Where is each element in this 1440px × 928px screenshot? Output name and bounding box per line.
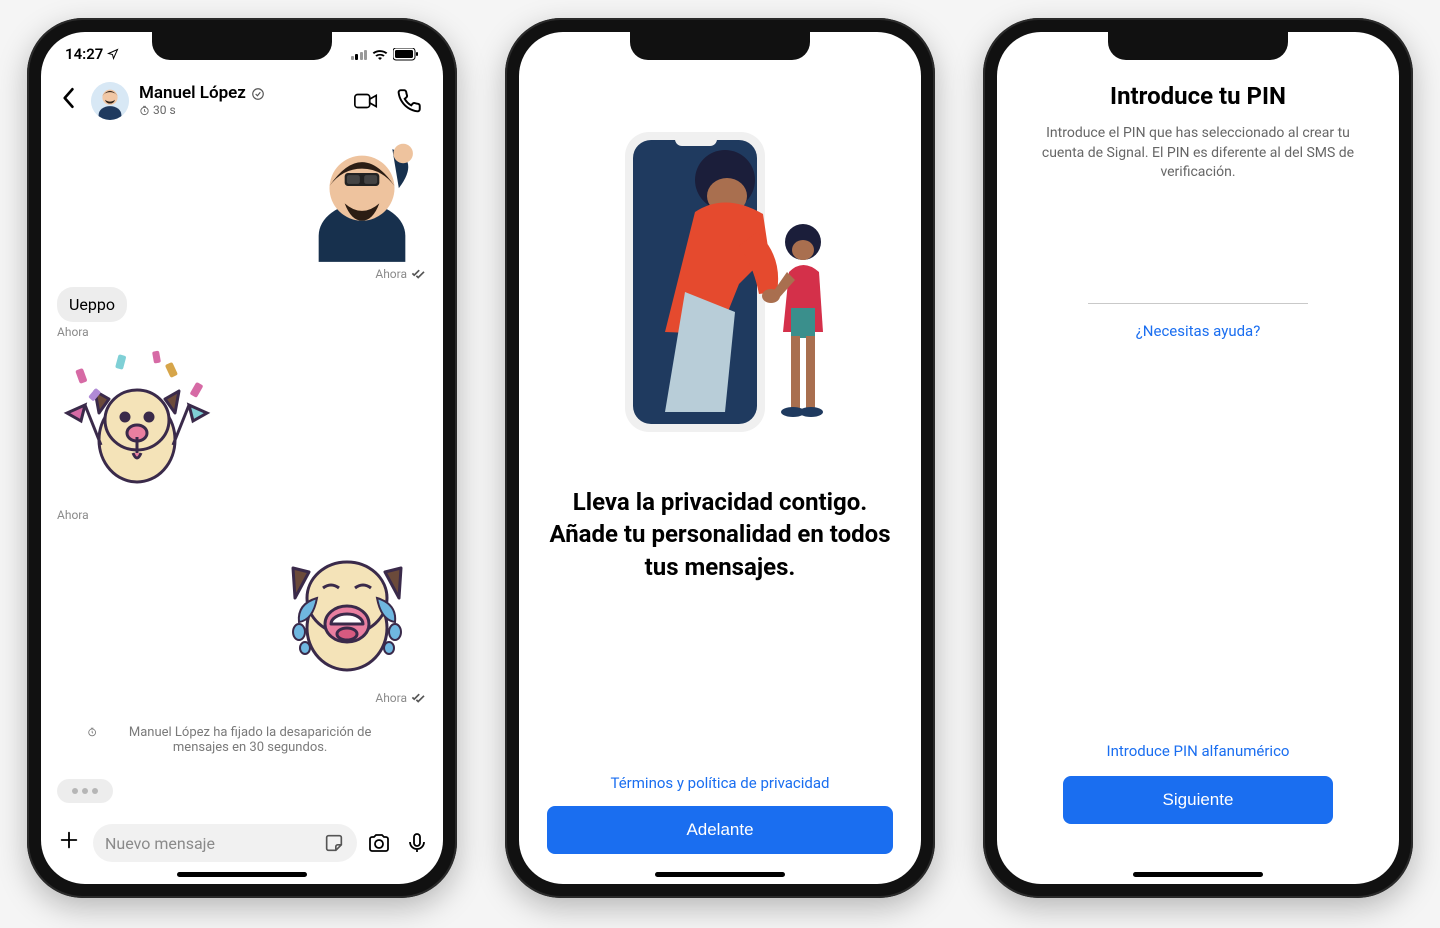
phone-mockup-pin: Introduce tu PIN Introduce el PIN que ha… [983,18,1413,898]
avatar[interactable] [91,82,129,120]
dog-party-sticker-icon [57,345,217,505]
message-bubble: Ueppo [57,287,127,322]
notch [1108,32,1288,60]
onboarding-headline: Lleva la privacidad contigo. Añade tu pe… [547,486,893,583]
verified-icon [251,87,265,101]
contact-name: Manuel López [139,84,246,104]
alphanumeric-pin-link[interactable]: Introduce PIN alfanumérico [1107,742,1290,760]
timestamp: Ahora [375,691,407,705]
avatar-memoji-icon [91,82,129,120]
video-call-icon[interactable] [353,88,379,114]
voice-call-icon[interactable] [397,88,423,114]
chevron-left-icon [61,87,75,109]
onboarding-body: Lleva la privacidad contigo. Añade tu pe… [519,32,921,884]
dog-crying-sticker-icon [267,528,427,688]
read-receipt-icon [411,692,427,704]
location-icon [107,48,119,60]
notch [630,32,810,60]
phone-mockup-chat: 14:27 [27,18,457,898]
timer-icon [87,725,97,739]
wifi-icon [372,48,388,60]
home-indicator [1133,872,1263,877]
home-indicator [655,872,785,877]
typing-indicator [57,779,113,803]
battery-icon [393,48,419,61]
back-button[interactable] [55,82,81,120]
system-message: Manuel López ha fijado la desaparición d… [57,711,427,769]
contact-info[interactable]: Manuel López 30 s [139,84,343,117]
message-input[interactable]: Nuevo mensaje [93,824,357,862]
timestamp: Ahora [57,508,89,522]
status-time: 14:27 [65,45,103,63]
read-receipt-icon [411,268,427,280]
camera-icon[interactable] [367,831,391,855]
message-placeholder: Nuevo mensaje [105,834,315,853]
message-incoming-text: Ueppo Ahora [57,287,427,339]
cellular-icon [351,49,368,60]
continue-button[interactable]: Adelante [547,806,893,854]
disappearing-timer: 30 s [153,104,176,118]
memoji-sticker-icon [297,134,427,264]
message-outgoing-sticker: Ahora [57,528,427,705]
attach-button[interactable] [55,828,83,858]
timer-icon [139,105,150,116]
plus-icon [58,829,80,851]
pin-description: Introduce el PIN que has seleccionado al… [1038,124,1358,183]
message-outgoing-sticker: Ahora [57,134,427,281]
timestamp: Ahora [375,267,407,281]
message-incoming-sticker: Ahora [57,345,427,522]
pin-body: Introduce tu PIN Introduce el PIN que ha… [997,32,1399,884]
chat-body: Ahora Ueppo Ahora [41,130,443,816]
pin-input[interactable] [1088,303,1308,304]
home-indicator [177,872,307,877]
notch [152,32,332,60]
microphone-icon[interactable] [405,831,429,855]
next-button[interactable]: Siguiente [1063,776,1333,824]
terms-link[interactable]: Términos y política de privacidad [611,774,830,792]
pin-title: Introduce tu PIN [1110,82,1286,110]
phone-mockup-onboarding: Lleva la privacidad contigo. Añade tu pe… [505,18,935,898]
sticker-icon[interactable] [323,832,345,854]
help-link[interactable]: ¿Necesitas ayuda? [1136,322,1261,340]
onboarding-illustration [595,112,845,452]
chat-header: Manuel López 30 s [41,76,443,130]
timestamp: Ahora [57,325,89,339]
